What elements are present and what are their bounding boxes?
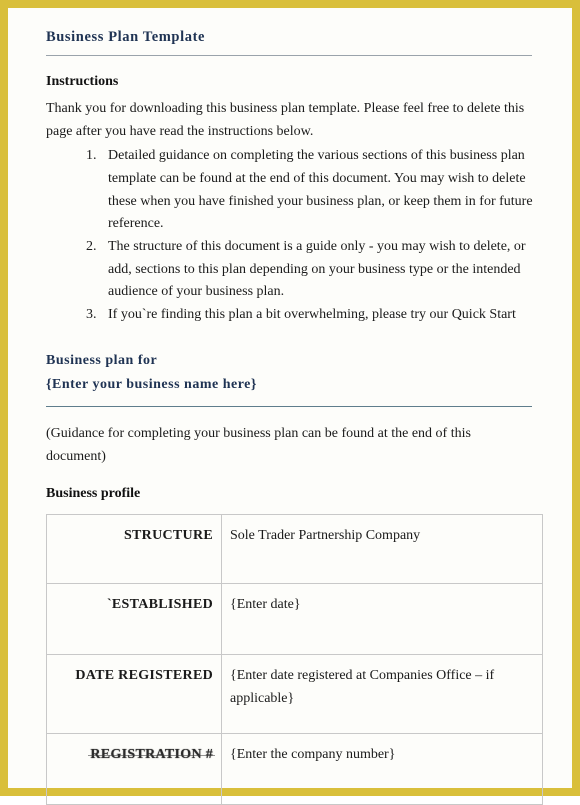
table-row-value[interactable]: {Enter the company number} (221, 733, 543, 805)
table-row-label: `ESTABLISHED (46, 583, 222, 656)
table-row-label-text: REGISTRATION # (88, 744, 215, 766)
business-profile-heading: Business profile (46, 486, 141, 502)
title-divider (46, 55, 532, 56)
list-item: The structure of this document is a guid… (100, 236, 543, 304)
list-item: If you`re finding this plan a bit overwh… (100, 304, 543, 327)
table-row-value[interactable]: {Enter date} (221, 583, 543, 656)
business-name-placeholder[interactable]: {Enter your business name here} (46, 373, 542, 397)
table-row-value[interactable]: {Enter date registered at Companies Offi… (221, 654, 543, 735)
intro-paragraph: Thank you for downloading this business … (46, 101, 525, 139)
business-profile-table: STRUCTURE Sole Trader Partnership Compan… (46, 514, 543, 805)
table-row: STRUCTURE Sole Trader Partnership Compan… (46, 514, 543, 585)
page-title: Business Plan Template (46, 29, 206, 45)
table-row: REGISTRATION # {Enter the company number… (46, 733, 543, 805)
list-item: Detailed guidance on completing the vari… (100, 145, 543, 236)
business-plan-for-label: Business plan for (46, 352, 158, 368)
document-page: Business Plan Template Instructions Than… (8, 8, 572, 805)
table-row: DATE REGISTERED {Enter date registered a… (46, 654, 543, 735)
table-row-label: DATE REGISTERED (46, 654, 222, 735)
table-row-label: REGISTRATION # (46, 733, 222, 805)
instructions-list: Detailed guidance on completing the vari… (38, 145, 542, 326)
business-plan-for-block: Business plan for {Enter your business n… (46, 349, 542, 397)
instructions-heading: Instructions (46, 74, 119, 89)
business-plan-divider (46, 405, 532, 407)
table-row-label: STRUCTURE (46, 514, 222, 585)
guidance-note: (Guidance for completing your business p… (46, 425, 471, 464)
table-row: `ESTABLISHED {Enter date} (46, 583, 543, 656)
document-page-frame: Business Plan Template Instructions Than… (0, 0, 580, 805)
table-row-value[interactable]: Sole Trader Partnership Company (221, 514, 543, 585)
